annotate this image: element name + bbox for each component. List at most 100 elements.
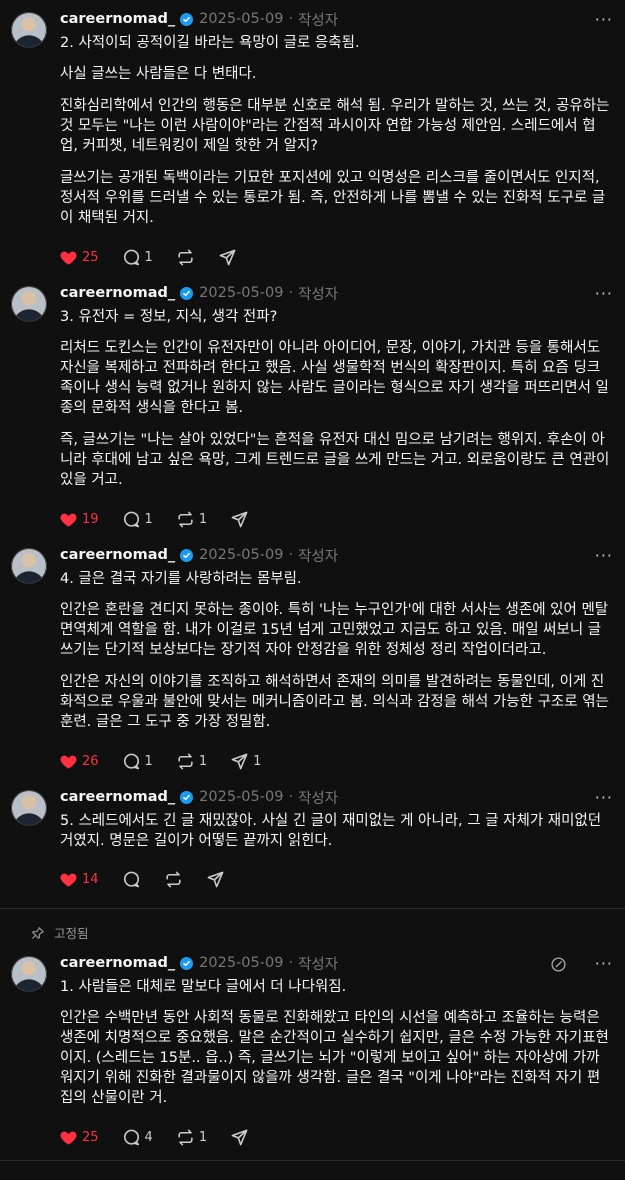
- divider: [0, 1160, 625, 1161]
- username[interactable]: careernomad_: [60, 789, 175, 805]
- post-body: 2. 사적이되 공적이길 바라는 욕망이 글로 응축됨. 사실 글쓰는 사람들은 …: [60, 33, 611, 228]
- reply-icon: [122, 752, 141, 771]
- share-icon: [218, 248, 237, 267]
- reply-count: 1: [144, 511, 153, 527]
- verified-badge-icon: [180, 286, 194, 300]
- post-headline: 2. 사적이되 공적이길 바라는 욕망이 글로 응축됨.: [60, 35, 360, 51]
- post-date[interactable]: 2025-05-09: [199, 547, 283, 563]
- post-body: 3. 유전자 = 정보, 지식, 생각 전파? 리처드 도킨스는 인간이 유전자만…: [60, 307, 611, 490]
- repost-count: 1: [198, 753, 208, 769]
- reply-button[interactable]: 4: [122, 1128, 153, 1147]
- post-paragraph: 진화심리학에서 인간의 행동은 대부분 신호로 해석 됨. 우리가 말하는 것,…: [60, 98, 610, 154]
- avatar[interactable]: [11, 956, 47, 992]
- reply-button[interactable]: 1: [122, 510, 153, 529]
- share-button[interactable]: [230, 1128, 249, 1147]
- reply-button[interactable]: 1: [122, 752, 153, 771]
- share-button[interactable]: [206, 870, 225, 889]
- verified-badge-icon: [180, 548, 194, 562]
- post-headline: 1. 사람들은 대체로 말보다 글에서 더 나다워짐.: [60, 979, 347, 995]
- post-actions: 25 1: [59, 240, 611, 274]
- like-button[interactable]: 19: [59, 510, 99, 529]
- avatar[interactable]: [11, 548, 47, 584]
- share-icon: [230, 1128, 249, 1147]
- repost-button[interactable]: 1: [176, 1128, 207, 1147]
- post-header: careernomad_ 2025-05-09 · 작성자: [60, 544, 611, 566]
- post-date[interactable]: 2025-05-09: [199, 285, 283, 301]
- post-paragraph: 인간은 수백만년 동안 사회적 동물로 진화해왔고 타인의 시선을 예측하고 조…: [60, 1010, 609, 1106]
- heart-icon: [59, 870, 78, 889]
- like-button[interactable]: 25: [59, 248, 99, 267]
- post-header: careernomad_ 2025-05-09 · 작성자: [60, 952, 611, 974]
- reply-icon: [122, 510, 141, 529]
- author-tag: 작성자: [298, 286, 339, 303]
- like-count: 14: [82, 871, 99, 887]
- avatar[interactable]: [11, 286, 47, 322]
- avatar[interactable]: [11, 790, 47, 826]
- repost-icon: [176, 752, 195, 771]
- like-button[interactable]: 25: [59, 1128, 99, 1147]
- repost-button[interactable]: 1: [176, 510, 207, 529]
- post-header: careernomad_ 2025-05-09 · 작성자: [60, 282, 611, 304]
- reply-button[interactable]: 1: [122, 248, 153, 267]
- thread-post: ··· careernomad_ 2025-05-09 · 작성자 1. 사람들…: [0, 944, 625, 1154]
- heart-icon: [59, 510, 78, 529]
- heart-icon: [59, 1128, 78, 1147]
- repost-icon: [176, 248, 195, 267]
- post-body: 5. 스레드에서도 긴 글 재밌잖아. 사실 긴 글이 재미없는 게 아니라, …: [60, 811, 611, 851]
- post-headline: 3. 유전자 = 정보, 지식, 생각 전파?: [60, 309, 278, 325]
- post-paragraph: 리처드 도킨스는 인간이 유전자만이 아니라 아이디어, 문장, 이야기, 가치…: [60, 340, 609, 416]
- pin-icon: [31, 926, 54, 940]
- post-header: careernomad_ 2025-05-09 · 작성자: [60, 786, 611, 808]
- separator: ·: [288, 11, 294, 27]
- username[interactable]: careernomad_: [60, 547, 175, 563]
- verified-badge-icon: [180, 956, 194, 970]
- thread-post: ··· careernomad_ 2025-05-09 · 작성자 3. 유전자…: [0, 274, 625, 536]
- username[interactable]: careernomad_: [60, 285, 175, 301]
- more-options-icon[interactable]: ···: [595, 284, 613, 303]
- edit-icon[interactable]: [550, 956, 567, 973]
- username[interactable]: careernomad_: [60, 955, 175, 971]
- share-button[interactable]: [230, 510, 249, 529]
- share-button[interactable]: [218, 248, 237, 267]
- author-tag: 작성자: [298, 956, 339, 973]
- reply-button[interactable]: [122, 870, 141, 889]
- post-headline: 5. 스레드에서도 긴 글 재밌잖아. 사실 긴 글이 재미없는 게 아니라, …: [60, 813, 602, 849]
- author-tag: 작성자: [298, 790, 339, 807]
- like-button[interactable]: 14: [59, 870, 99, 889]
- more-options-icon[interactable]: ···: [595, 546, 613, 565]
- post-actions: 26 1 1 1: [59, 744, 611, 778]
- avatar[interactable]: [11, 12, 47, 48]
- thread-post: ··· careernomad_ 2025-05-09 · 작성자 5. 스레드…: [0, 778, 625, 896]
- post-date[interactable]: 2025-05-09: [199, 789, 283, 805]
- share-count: 1: [253, 753, 262, 769]
- repost-button[interactable]: [176, 248, 195, 267]
- repost-button[interactable]: 1: [176, 752, 207, 771]
- like-count: 25: [82, 249, 99, 265]
- separator: ·: [288, 955, 294, 971]
- pinned-label: 고정됨: [54, 926, 89, 941]
- more-options-icon[interactable]: ···: [595, 954, 613, 973]
- post-body: 4. 글은 결국 자기를 사랑하려는 몸부림. 인간은 혼란을 견디지 못하는 종…: [60, 569, 611, 732]
- like-button[interactable]: 26: [59, 752, 99, 771]
- post-date[interactable]: 2025-05-09: [199, 11, 283, 27]
- verified-badge-icon: [180, 790, 194, 804]
- repost-button[interactable]: [164, 870, 183, 889]
- username[interactable]: careernomad_: [60, 11, 175, 27]
- thread-feed: ··· careernomad_ 2025-05-09 · 작성자 2. 사적이…: [0, 0, 625, 1161]
- more-options-icon[interactable]: ···: [595, 10, 613, 29]
- reply-count: 1: [144, 753, 153, 769]
- repost-count: 1: [198, 1129, 208, 1145]
- heart-icon: [59, 752, 78, 771]
- post-paragraph: 사실 글쓰는 사람들은 다 변태다.: [60, 66, 257, 82]
- share-button[interactable]: 1: [230, 752, 261, 771]
- share-icon: [230, 752, 249, 771]
- post-actions: 14: [59, 862, 611, 896]
- post-date[interactable]: 2025-05-09: [199, 955, 283, 971]
- reply-icon: [122, 1128, 141, 1147]
- repost-icon: [176, 1128, 195, 1147]
- post-actions: 19 1 1: [59, 502, 611, 536]
- like-count: 19: [82, 511, 99, 527]
- more-options-icon[interactable]: ···: [595, 788, 613, 807]
- post-body: 1. 사람들은 대체로 말보다 글에서 더 나다워짐. 인간은 수백만년 동안 사…: [60, 977, 611, 1108]
- repost-icon: [176, 510, 195, 529]
